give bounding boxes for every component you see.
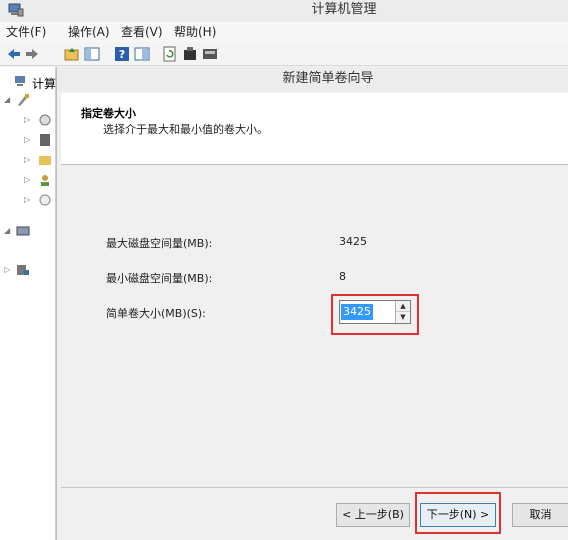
tree-item-services[interactable]: ▷ [0, 261, 56, 279]
event-log-icon [40, 134, 50, 146]
up-folder-icon[interactable] [64, 46, 80, 62]
tree-item-shared-folders[interactable]: ▷ [0, 151, 56, 169]
refresh-icon[interactable] [162, 46, 178, 62]
wizard-footer: < 上一步(B) 下一步(N) > 取消 [61, 487, 568, 540]
collapse-icon[interactable]: ◢ [4, 226, 10, 235]
spinner-arrows: ▲ ▼ [395, 301, 410, 323]
expand-icon[interactable]: ▷ [24, 195, 30, 204]
window-title: 计算机管理 [311, 2, 377, 17]
volume-size-input[interactable]: 3425 [341, 304, 373, 320]
expand-icon[interactable]: ▷ [4, 265, 10, 274]
wizard-body: 最大磁盘空间量(MB): 3425 最小磁盘空间量(MB): 8 简单卷大小(M… [61, 166, 568, 486]
wizard-header: 指定卷大小 选择介于最大和最小值的卷大小。 [61, 93, 568, 165]
next-button[interactable]: 下一步(N) > [420, 503, 496, 527]
clock-icon [39, 114, 51, 126]
disk-icon[interactable] [202, 46, 218, 62]
console-tree: 计算 ◢ ▷ ▷ ▷ ▷ ▷ ◢ ▷ [0, 67, 56, 540]
back-arrow-icon[interactable] [6, 46, 22, 62]
tree-item-system-tools[interactable]: ◢ [0, 91, 56, 109]
tree-item-root[interactable]: 计算 [0, 71, 57, 91]
wizard-step-title: 指定卷大小 [81, 107, 136, 120]
menu-help[interactable]: 帮助(H) [174, 24, 216, 40]
window-titlebar: 计算机管理 [0, 0, 568, 22]
max-space-label: 最大磁盘空间量(MB): [106, 237, 213, 250]
properties-pane-icon[interactable] [134, 46, 150, 62]
users-icon [41, 175, 49, 186]
back-button[interactable]: < 上一步(B) [336, 503, 410, 527]
menu-file[interactable]: 文件(F) [6, 24, 46, 40]
wizard-title: 新建简单卷向导 [57, 67, 568, 91]
menu-action[interactable]: 操作(A) [68, 24, 110, 40]
services-icon [17, 265, 29, 275]
expand-icon[interactable]: ▷ [24, 175, 30, 184]
computer-icon [15, 76, 25, 86]
settings-icon[interactable] [182, 46, 198, 62]
tree-item-event-viewer[interactable]: ▷ [0, 131, 56, 149]
performance-icon [39, 194, 51, 206]
tree-item-task-scheduler[interactable]: ▷ [0, 111, 56, 129]
show-hide-tree-icon[interactable] [84, 46, 100, 62]
min-space-label: 最小磁盘空间量(MB): [106, 272, 213, 285]
svg-text:?: ? [119, 48, 125, 61]
tree-item-performance[interactable]: ▷ [0, 191, 56, 209]
expand-icon[interactable]: ▷ [24, 155, 30, 164]
tree-root-label: 计算 [32, 77, 57, 91]
spin-up-icon[interactable]: ▲ [396, 301, 410, 312]
volume-size-spinner[interactable]: 3425 ▲ ▼ [339, 300, 411, 324]
wizard-step-subtitle: 选择介于最大和最小值的卷大小。 [103, 123, 268, 136]
volume-size-label: 简单卷大小(MB)(S): [106, 307, 206, 320]
min-space-value: 8 [339, 270, 346, 283]
max-space-value: 3425 [339, 235, 367, 248]
spin-down-icon[interactable]: ▼ [396, 312, 410, 323]
forward-arrow-icon[interactable] [24, 46, 40, 62]
cancel-button[interactable]: 取消 [512, 503, 568, 527]
help-icon[interactable]: ? [114, 46, 130, 62]
menu-bar: 文件(F) 操作(A) 查看(V) 帮助(H) [0, 22, 568, 42]
expand-icon[interactable]: ▷ [24, 135, 30, 144]
expand-icon[interactable]: ▷ [24, 115, 30, 124]
toolbar: ? [0, 42, 568, 66]
collapse-icon[interactable]: ◢ [4, 95, 10, 104]
storage-icon [16, 226, 30, 236]
shared-folder-icon [39, 156, 51, 165]
menu-view[interactable]: 查看(V) [121, 24, 163, 40]
tree-item-users[interactable]: ▷ [0, 171, 56, 189]
new-simple-volume-wizard: 新建简单卷向导 指定卷大小 选择介于最大和最小值的卷大小。 最大磁盘空间量(MB… [56, 67, 568, 540]
tools-icon [18, 94, 29, 106]
tree-item-storage[interactable]: ◢ [0, 222, 56, 240]
